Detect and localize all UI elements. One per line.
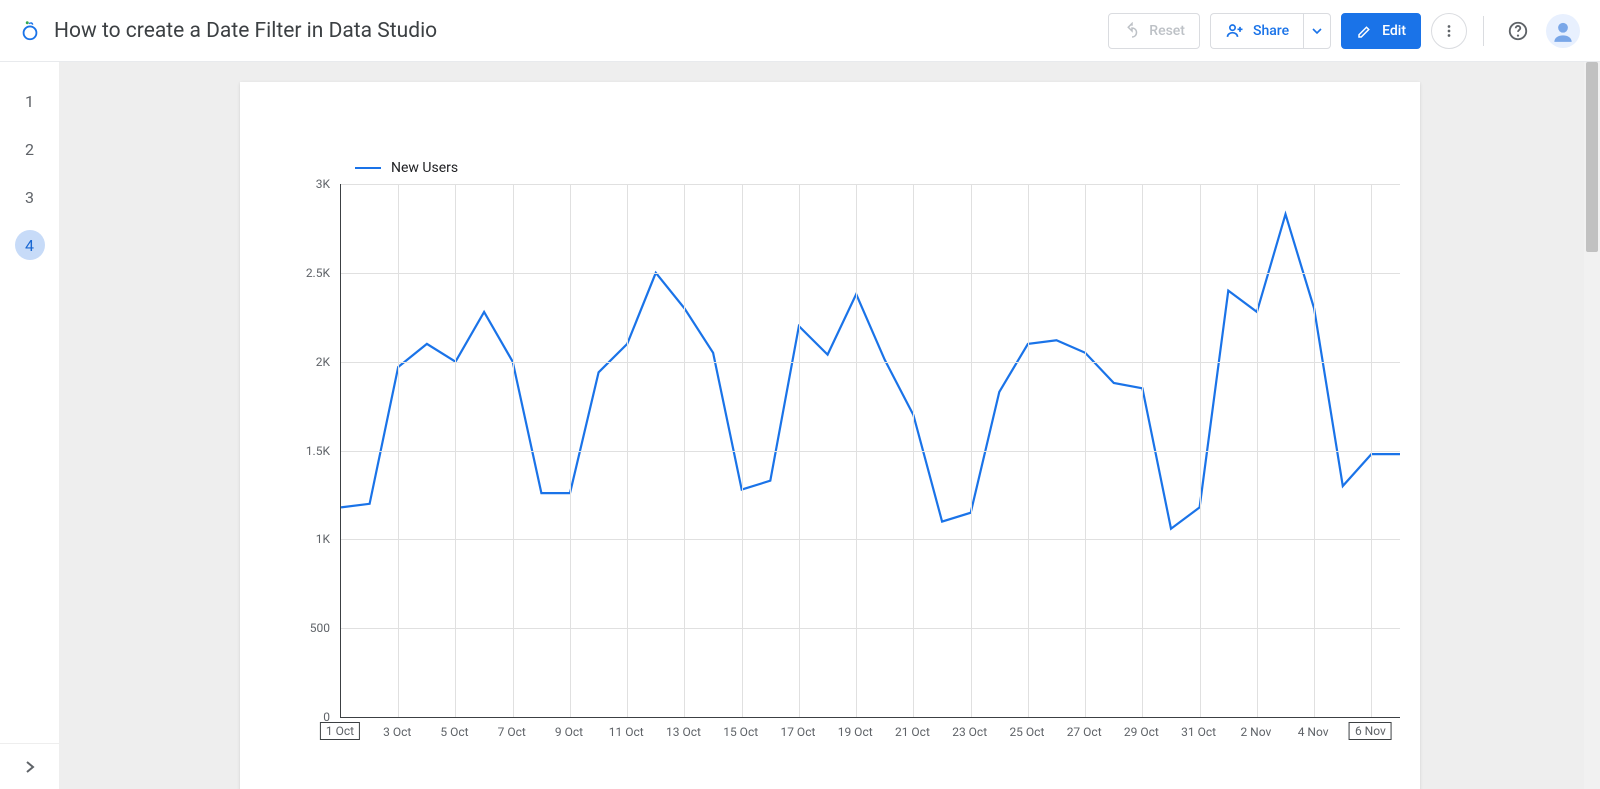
share-dropdown-button[interactable] bbox=[1303, 13, 1331, 49]
gridline-h bbox=[341, 184, 1400, 185]
y-axis-label: 1.5K bbox=[270, 444, 330, 458]
x-axis-label: 6 Nov bbox=[1349, 722, 1392, 740]
sidebar-expand-button[interactable] bbox=[0, 743, 59, 789]
page-sidebar: 1 2 3 4 bbox=[0, 62, 60, 789]
kebab-icon bbox=[1440, 22, 1458, 40]
gridline-h bbox=[341, 628, 1400, 629]
y-axis-label: 2.5K bbox=[270, 266, 330, 280]
gridline-v bbox=[1085, 184, 1086, 717]
gridline-v bbox=[1200, 184, 1201, 717]
app-logo[interactable] bbox=[18, 19, 42, 43]
edit-label: Edit bbox=[1382, 23, 1406, 39]
gridline-v bbox=[1257, 184, 1258, 717]
undo-icon bbox=[1123, 22, 1141, 40]
gridline-h bbox=[341, 273, 1400, 274]
gridline-v bbox=[799, 184, 800, 717]
gridline-v bbox=[513, 184, 514, 717]
gridline-v bbox=[570, 184, 571, 717]
legend-label: New Users bbox=[391, 160, 458, 176]
page-nav-1[interactable]: 1 bbox=[15, 86, 45, 116]
x-axis-label: 9 Oct bbox=[550, 724, 588, 740]
x-axis-label: 21 Oct bbox=[890, 724, 935, 740]
caret-down-icon bbox=[1312, 26, 1322, 36]
pencil-icon bbox=[1356, 22, 1374, 40]
gridline-v bbox=[398, 184, 399, 717]
x-axis-label: 5 Oct bbox=[435, 724, 473, 740]
x-axis-label: 13 Oct bbox=[661, 724, 706, 740]
more-options-button[interactable] bbox=[1431, 13, 1467, 49]
x-axis-label: 17 Oct bbox=[775, 724, 820, 740]
reset-button[interactable]: Reset bbox=[1108, 13, 1200, 49]
y-axis-label: 1K bbox=[270, 532, 330, 546]
help-button[interactable] bbox=[1500, 13, 1536, 49]
reset-label: Reset bbox=[1149, 23, 1185, 39]
y-axis-label: 500 bbox=[270, 621, 330, 635]
x-axis-label: 19 Oct bbox=[833, 724, 878, 740]
gridline-h bbox=[341, 451, 1400, 452]
share-label: Share bbox=[1253, 23, 1289, 39]
line-chart[interactable]: New Users 05001K1.5K2K2.5K3K1 Oct3 Oct5 … bbox=[270, 172, 1420, 752]
share-button[interactable]: Share bbox=[1210, 13, 1303, 49]
chart-legend: New Users bbox=[355, 160, 458, 176]
person-add-icon bbox=[1225, 21, 1245, 41]
account-avatar[interactable] bbox=[1546, 14, 1580, 48]
gridline-v bbox=[1371, 184, 1372, 717]
avatar-icon bbox=[1550, 18, 1576, 44]
x-axis-label: 15 Oct bbox=[718, 724, 763, 740]
x-axis-label: 7 Oct bbox=[493, 724, 531, 740]
x-axis-label: 27 Oct bbox=[1062, 724, 1107, 740]
gridline-v bbox=[971, 184, 972, 717]
page-nav-3[interactable]: 3 bbox=[15, 182, 45, 212]
gridline-h bbox=[341, 362, 1400, 363]
x-axis-label: 23 Oct bbox=[947, 724, 992, 740]
x-axis-label: 3 Oct bbox=[378, 724, 416, 740]
gridline-v bbox=[1142, 184, 1143, 717]
help-icon bbox=[1507, 20, 1529, 42]
plot-area bbox=[340, 184, 1400, 718]
x-axis-label: 1 Oct bbox=[320, 722, 360, 740]
header-separator bbox=[1483, 16, 1484, 46]
y-axis-label: 3K bbox=[270, 177, 330, 191]
x-axis-label: 4 Nov bbox=[1293, 724, 1334, 740]
legend-swatch bbox=[355, 167, 381, 169]
gridline-v bbox=[742, 184, 743, 717]
gridline-v bbox=[1028, 184, 1029, 717]
x-axis-label: 25 Oct bbox=[1004, 724, 1049, 740]
scrollbar-thumb[interactable] bbox=[1586, 62, 1598, 252]
page-nav-2[interactable]: 2 bbox=[15, 134, 45, 164]
x-axis-label: 29 Oct bbox=[1119, 724, 1164, 740]
x-axis-label: 11 Oct bbox=[604, 724, 649, 740]
gridline-v bbox=[1314, 184, 1315, 717]
chevron-right-icon bbox=[22, 759, 38, 775]
vertical-scrollbar[interactable] bbox=[1584, 62, 1600, 789]
gridline-v bbox=[856, 184, 857, 717]
gridline-v bbox=[684, 184, 685, 717]
gridline-v bbox=[913, 184, 914, 717]
x-axis-label: 31 Oct bbox=[1176, 724, 1221, 740]
gridline-h bbox=[341, 539, 1400, 540]
edit-button[interactable]: Edit bbox=[1341, 13, 1421, 49]
page-nav-4[interactable]: 4 bbox=[15, 230, 45, 260]
report-page: New Users 05001K1.5K2K2.5K3K1 Oct3 Oct5 … bbox=[240, 82, 1420, 789]
x-axis-label: 2 Nov bbox=[1235, 724, 1276, 740]
canvas-area: New Users 05001K1.5K2K2.5K3K1 Oct3 Oct5 … bbox=[60, 62, 1600, 789]
y-axis-label: 2K bbox=[270, 355, 330, 369]
document-title[interactable]: How to create a Date Filter in Data Stud… bbox=[54, 19, 1108, 43]
gridline-v bbox=[627, 184, 628, 717]
gridline-v bbox=[455, 184, 456, 717]
